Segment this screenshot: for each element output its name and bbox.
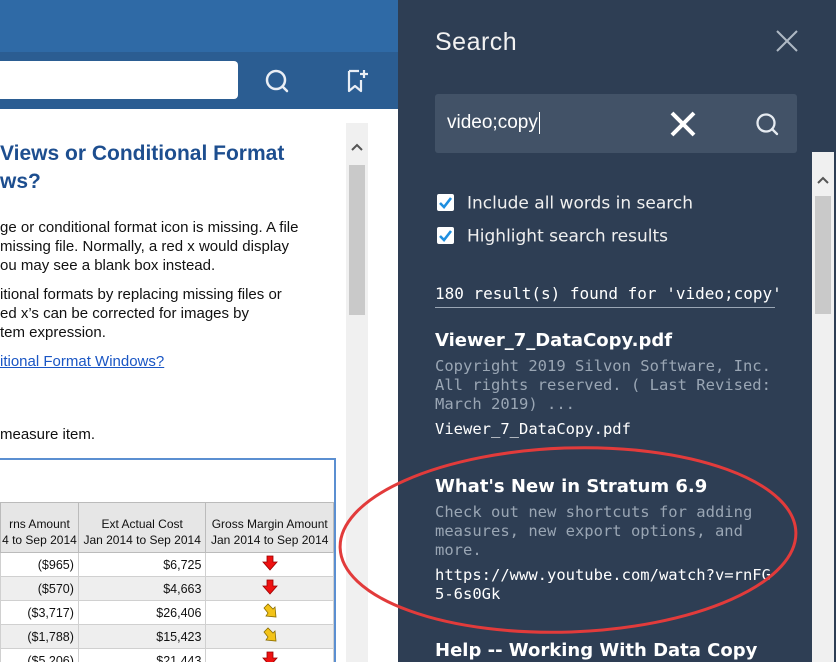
yellow-diagonal-arrow-icon	[262, 603, 278, 622]
clear-icon[interactable]	[667, 108, 699, 140]
cell-margin-indicator	[205, 624, 334, 649]
table-row[interactable]: ($3,717) $26,406	[0, 600, 334, 625]
text-caret	[538, 112, 540, 134]
doc-paragraph-line: itional formats by replacing missing fil…	[0, 286, 282, 303]
option-label: Include all words in search	[467, 193, 693, 214]
cell-margin-indicator	[205, 576, 334, 601]
checkbox-checked-icon[interactable]	[437, 193, 454, 211]
red-down-arrow-icon	[261, 579, 278, 598]
doc-link[interactable]: itional Format Windows?	[0, 353, 164, 370]
scroll-up-icon[interactable]	[815, 172, 831, 188]
cell-margin-indicator	[205, 648, 334, 662]
table-row[interactable]: ($1,788) $15,423	[0, 624, 334, 649]
cell-cost: $6,725	[77, 552, 207, 577]
result-count: 180 result(s) found for 'video;copy'	[435, 284, 782, 308]
cell-cost: $4,663	[77, 576, 207, 601]
include-all-words-checkbox[interactable]: Include all words in search	[437, 192, 693, 214]
search-query: video;copy	[447, 112, 540, 134]
column-header[interactable]: Gross Margin Amount Jan 2014 to Sep 2014	[205, 502, 334, 553]
bookmark-add-icon[interactable]	[342, 66, 372, 96]
document-scrollbar[interactable]	[346, 123, 368, 662]
result-snippet: Copyright 2019 Silvon Software, Inc. All…	[435, 357, 771, 413]
header-line: Jan 2014 to Sep 2014	[83, 533, 201, 547]
data-table: rns Amount 4 to Sep 2014 Ext Actual Cost…	[0, 502, 334, 662]
cell-amount: ($1,788)	[0, 624, 79, 649]
cell-cost: $21,443	[77, 648, 207, 662]
cell-amount: ($5,206)	[0, 648, 79, 662]
option-label: Highlight search results	[467, 226, 668, 247]
header-line: Ext Actual Cost	[101, 517, 183, 531]
highlight-results-checkbox[interactable]: Highlight search results	[437, 225, 668, 247]
column-header[interactable]: Ext Actual Cost Jan 2014 to Sep 2014	[77, 502, 207, 553]
table-row[interactable]: ($5,206) $21,443	[0, 648, 334, 662]
yellow-diagonal-arrow-icon	[262, 627, 278, 646]
result-url[interactable]: Viewer_7_DataCopy.pdf	[435, 420, 775, 439]
cell-amount: ($3,717)	[0, 600, 79, 625]
panel-title: Search	[435, 28, 518, 56]
scrollbar-thumb[interactable]	[349, 165, 365, 315]
header-line: rns Amount	[9, 517, 70, 531]
cell-margin-indicator	[205, 552, 334, 577]
document-search-input[interactable]	[0, 61, 238, 99]
scrollbar-thumb[interactable]	[815, 196, 831, 314]
red-down-arrow-icon	[261, 555, 278, 574]
result-title[interactable]: Viewer_7_DataCopy.pdf	[435, 330, 775, 351]
header-line: Jan 2014 to Sep 2014	[211, 533, 329, 547]
checkbox-checked-icon[interactable]	[437, 226, 454, 244]
table-frame: rns Amount 4 to Sep 2014 Ext Actual Cost…	[0, 458, 336, 662]
app-header	[0, 0, 398, 52]
header-line: 4 to Sep 2014	[2, 533, 77, 547]
cell-cost: $26,406	[77, 600, 207, 625]
cell-amount: ($965)	[0, 552, 79, 577]
doc-heading: Views or Conditional Format	[0, 142, 285, 165]
close-icon[interactable]	[774, 28, 800, 54]
table-row[interactable]: ($965) $6,725	[0, 552, 334, 577]
cell-margin-indicator	[205, 600, 334, 625]
doc-paragraph-line: ge or conditional format icon is missing…	[0, 219, 299, 236]
search-panel: Search video;copy Include all words in s…	[398, 0, 836, 662]
doc-paragraph-line: ed x’s can be corrected for images by	[0, 305, 250, 322]
search-query-text: video;copy	[447, 112, 538, 134]
result-title[interactable]: What's New in Stratum 6.9	[435, 476, 775, 497]
search-icon[interactable]	[262, 66, 292, 96]
search-result[interactable]: Viewer_7_DataCopy.pdf Copyright 2019 Sil…	[435, 330, 775, 439]
red-down-arrow-icon	[261, 651, 278, 662]
cell-amount: ($570)	[0, 576, 79, 601]
result-snippet: Check out new shortcuts for adding measu…	[435, 503, 753, 559]
results-scrollbar[interactable]	[812, 152, 834, 662]
scroll-up-icon[interactable]	[349, 139, 365, 155]
result-title[interactable]: Help -- Working With Data Copy	[435, 640, 775, 661]
column-header[interactable]: rns Amount 4 to Sep 2014	[0, 502, 79, 553]
search-result[interactable]: What's New in Stratum 6.9 Check out new …	[435, 476, 775, 604]
doc-paragraph-line: ou may see a blank box instead.	[0, 257, 216, 274]
result-url[interactable]: https://www.youtube.com/watch?v=rnFG5-6s…	[435, 566, 775, 604]
search-input[interactable]: video;copy	[435, 94, 797, 153]
cell-cost: $15,423	[77, 624, 207, 649]
doc-paragraph-line: measure item.	[0, 426, 96, 443]
table-row[interactable]: ($570) $4,663	[0, 576, 334, 601]
search-icon[interactable]	[753, 110, 781, 138]
doc-paragraph-line: missing file. Normally, a red x would di…	[0, 238, 289, 255]
search-result[interactable]: Help -- Working With Data Copy	[435, 640, 775, 661]
doc-paragraph-line: tem expression.	[0, 324, 106, 341]
header-line: Gross Margin Amount	[211, 517, 328, 531]
doc-heading-line2: ws?	[0, 170, 41, 193]
